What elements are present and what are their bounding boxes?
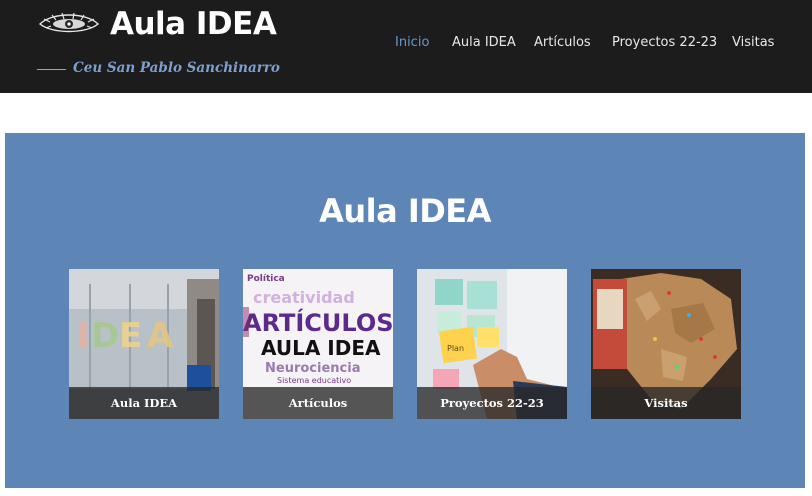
eye-logo-icon[interactable] bbox=[38, 10, 100, 36]
nav-item-proyectos[interactable]: Proyectos 22-23 bbox=[612, 35, 717, 50]
svg-text:Sistema educativo: Sistema educativo bbox=[277, 376, 351, 385]
tagline-divider bbox=[37, 69, 66, 70]
nav-item-aula-idea[interactable]: Aula IDEA bbox=[452, 35, 516, 50]
site-header: Aula IDEA Ceu San Pablo Sanchinarro Inic… bbox=[0, 0, 812, 93]
site-tagline: Ceu San Pablo Sanchinarro bbox=[73, 60, 280, 76]
card-proyectos[interactable]: Plan Proyectos 22-23 bbox=[417, 269, 567, 419]
svg-text:I: I bbox=[77, 316, 90, 356]
svg-text:A: A bbox=[147, 316, 174, 356]
card-caption: Aula IDEA bbox=[69, 387, 219, 419]
card-caption: Proyectos 22-23 bbox=[417, 387, 567, 419]
card-caption: Artículos bbox=[243, 387, 393, 419]
svg-text:creatividad: creatividad bbox=[253, 288, 355, 307]
svg-text:D: D bbox=[91, 316, 119, 356]
card-articulos[interactable]: Política creatividad ARTÍCULOS AULA IDEA… bbox=[243, 269, 393, 419]
nav-item-inicio[interactable]: Inicio bbox=[395, 35, 429, 50]
hero-title: Aula IDEA bbox=[319, 192, 491, 230]
svg-text:E: E bbox=[119, 316, 142, 356]
svg-text:Política: Política bbox=[247, 274, 285, 284]
nav-item-articulos[interactable]: Artículos bbox=[534, 35, 591, 50]
svg-text:Plan: Plan bbox=[447, 344, 464, 353]
card-aula-idea[interactable]: I D E A Aula IDEA bbox=[69, 269, 219, 419]
svg-text:AULA IDEA: AULA IDEA bbox=[261, 336, 381, 360]
nav-item-visitas[interactable]: Visitas bbox=[732, 35, 774, 50]
svg-text:Neurociencia: Neurociencia bbox=[265, 361, 360, 376]
card-visitas[interactable]: Visitas bbox=[591, 269, 741, 419]
svg-text:ARTÍCULOS: ARTÍCULOS bbox=[243, 308, 393, 337]
main-nav: Inicio Aula IDEA Artículos Proyectos 22-… bbox=[0, 35, 812, 55]
card-caption: Visitas bbox=[591, 387, 741, 419]
hero-section: Aula IDEA I D E A Aula IDEA Política cre… bbox=[5, 133, 805, 488]
